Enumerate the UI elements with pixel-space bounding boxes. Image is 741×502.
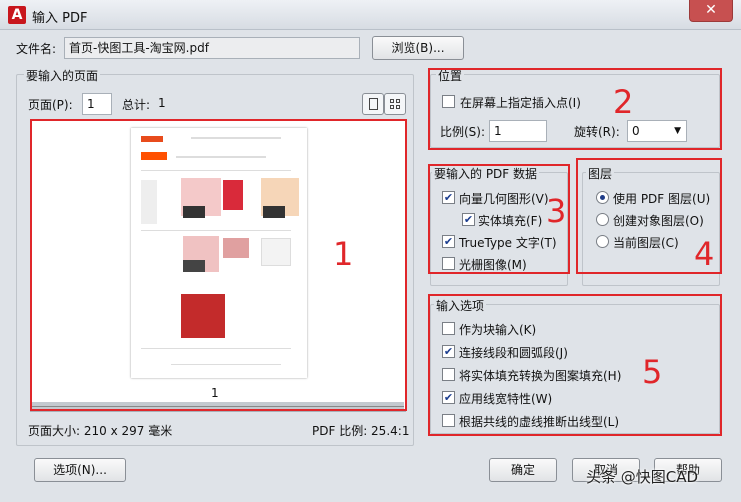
page-number-input[interactable]: 1: [82, 93, 112, 115]
watermark-text: 头条 @快图CAD: [586, 468, 699, 486]
grid-view-icon[interactable]: [384, 93, 406, 115]
annotation-box-5: [428, 294, 722, 436]
pages-group-title: 要输入的页面: [24, 67, 101, 84]
total-label: 总计:: [122, 98, 151, 112]
file-name-label: 文件名:: [16, 42, 57, 56]
annotation-box-2: [428, 68, 722, 150]
annotation-number-2: 2: [613, 83, 634, 121]
close-button[interactable]: ✕: [689, 0, 733, 22]
single-page-view-icon[interactable]: [362, 93, 384, 115]
window-title: 输入 PDF: [32, 11, 88, 26]
page-size-text: 页面大小: 210 x 297 毫米: [28, 424, 173, 438]
page-label: 页面(P):: [28, 98, 73, 112]
pdf-scale-text: PDF 比例: 25.4:1: [312, 424, 410, 438]
browse-button[interactable]: 浏览(B)...: [372, 36, 464, 60]
options-button[interactable]: 选项(N)...: [34, 458, 126, 482]
total-value: 1: [158, 96, 166, 110]
annotation-number-1: 1: [333, 235, 354, 273]
ok-button[interactable]: 确定: [489, 458, 557, 482]
title-bar: [0, 0, 741, 30]
annotation-number-4: 4: [694, 235, 715, 273]
annotation-number-5: 5: [642, 353, 663, 391]
annotation-number-3: 3: [546, 192, 567, 230]
autocad-app-icon: A: [8, 6, 26, 24]
file-name-field: 首页-快图工具-淘宝网.pdf: [64, 37, 360, 59]
